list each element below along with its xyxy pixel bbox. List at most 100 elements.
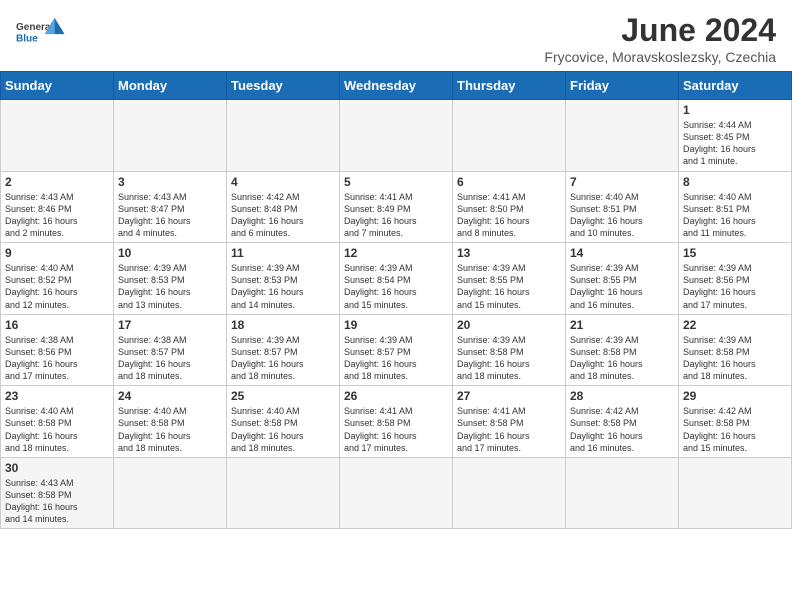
day-info: Sunrise: 4:40 AMSunset: 8:58 PMDaylight:… xyxy=(5,405,109,454)
day-number: 19 xyxy=(344,318,448,332)
day-info: Sunrise: 4:44 AMSunset: 8:45 PMDaylight:… xyxy=(683,119,787,168)
calendar-day-cell xyxy=(679,457,792,529)
calendar-day-cell: 18Sunrise: 4:39 AMSunset: 8:57 PMDayligh… xyxy=(227,314,340,386)
calendar-day-cell xyxy=(453,100,566,172)
day-of-week-header: Thursday xyxy=(453,72,566,100)
location-subtitle: Frycovice, Moravskoslezsky, Czechia xyxy=(544,49,776,65)
calendar-day-cell: 6Sunrise: 4:41 AMSunset: 8:50 PMDaylight… xyxy=(453,171,566,243)
day-number: 11 xyxy=(231,246,335,260)
calendar-day-cell: 9Sunrise: 4:40 AMSunset: 8:52 PMDaylight… xyxy=(1,243,114,315)
day-number: 28 xyxy=(570,389,674,403)
calendar-day-cell: 17 Sunrise: 4:38 AMSunset: 8:57 PMDayligh… xyxy=(114,314,227,386)
logo: General Blue xyxy=(16,12,66,52)
calendar-day-cell: 22Sunrise: 4:39 AMSunset: 8:58 PMDayligh… xyxy=(679,314,792,386)
day-of-week-header: Monday xyxy=(114,72,227,100)
day-info: Sunrise: 4:41 AMSunset: 8:58 PMDaylight:… xyxy=(344,405,448,454)
calendar-day-cell: 25Sunrise: 4:40 AMSunset: 8:58 PMDayligh… xyxy=(227,386,340,458)
calendar-day-cell xyxy=(114,100,227,172)
calendar-day-cell xyxy=(340,457,453,529)
day-number: 29 xyxy=(683,389,787,403)
day-number: 16 xyxy=(5,318,109,332)
day-of-week-header: Wednesday xyxy=(340,72,453,100)
calendar-day-cell: 23Sunrise: 4:40 AMSunset: 8:58 PMDayligh… xyxy=(1,386,114,458)
month-title: June 2024 xyxy=(544,12,776,49)
day-number: 2 xyxy=(5,175,109,189)
day-of-week-header: Sunday xyxy=(1,72,114,100)
calendar-day-cell: 30Sunrise: 4:43 AMSunset: 8:58 PMDayligh… xyxy=(1,457,114,529)
day-number: 9 xyxy=(5,246,109,260)
calendar-day-cell xyxy=(566,100,679,172)
day-number: 12 xyxy=(344,246,448,260)
day-info: Sunrise: 4:41 AMSunset: 8:58 PMDaylight:… xyxy=(457,405,561,454)
day-number: 27 xyxy=(457,389,561,403)
day-of-week-header: Tuesday xyxy=(227,72,340,100)
calendar-day-cell: 19 Sunrise: 4:39 AMSunset: 8:57 PMDayligh… xyxy=(340,314,453,386)
calendar-day-cell: 27 Sunrise: 4:41 AMSunset: 8:58 PMDayligh… xyxy=(453,386,566,458)
calendar-week-row: 16 Sunrise: 4:38 AMSunset: 8:56 PMDayligh… xyxy=(1,314,792,386)
calendar-week-row: 2 Sunrise: 4:43 AMSunset: 8:46 PMDaylight… xyxy=(1,171,792,243)
calendar-day-cell: 26 Sunrise: 4:41 AMSunset: 8:58 PMDayligh… xyxy=(340,386,453,458)
calendar-week-row: 9Sunrise: 4:40 AMSunset: 8:52 PMDaylight… xyxy=(1,243,792,315)
calendar-day-cell: 7Sunrise: 4:40 AMSunset: 8:51 PMDaylight… xyxy=(566,171,679,243)
calendar-day-cell xyxy=(1,100,114,172)
day-of-week-header: Saturday xyxy=(679,72,792,100)
day-info: Sunrise: 4:43 AMSunset: 8:47 PMDaylight:… xyxy=(118,191,222,240)
calendar-day-cell: 29 Sunrise: 4:42 AMSunset: 8:58 PMDayligh… xyxy=(679,386,792,458)
calendar-day-cell: 13Sunrise: 4:39 AMSunset: 8:55 PMDayligh… xyxy=(453,243,566,315)
day-number: 22 xyxy=(683,318,787,332)
calendar-day-cell: 15Sunrise: 4:39 AMSunset: 8:56 PMDayligh… xyxy=(679,243,792,315)
day-number: 25 xyxy=(231,389,335,403)
calendar-day-cell: 8 Sunrise: 4:40 AMSunset: 8:51 PMDaylight… xyxy=(679,171,792,243)
day-info: Sunrise: 4:39 AMSunset: 8:57 PMDaylight:… xyxy=(231,334,335,383)
day-info: Sunrise: 4:38 AMSunset: 8:56 PMDaylight:… xyxy=(5,334,109,383)
day-info: Sunrise: 4:39 AMSunset: 8:53 PMDaylight:… xyxy=(118,262,222,311)
day-info: Sunrise: 4:39 AMSunset: 8:58 PMDaylight:… xyxy=(457,334,561,383)
day-info: Sunrise: 4:39 AMSunset: 8:55 PMDaylight:… xyxy=(570,262,674,311)
calendar-day-cell: 14 Sunrise: 4:39 AMSunset: 8:55 PMDayligh… xyxy=(566,243,679,315)
day-info: Sunrise: 4:42 AMSunset: 8:58 PMDaylight:… xyxy=(683,405,787,454)
day-info: Sunrise: 4:38 AMSunset: 8:57 PMDaylight:… xyxy=(118,334,222,383)
calendar-header-row: SundayMondayTuesdayWednesdayThursdayFrid… xyxy=(1,72,792,100)
day-info: Sunrise: 4:43 AMSunset: 8:46 PMDaylight:… xyxy=(5,191,109,240)
calendar-day-cell: 1Sunrise: 4:44 AMSunset: 8:45 PMDaylight… xyxy=(679,100,792,172)
calendar-table: SundayMondayTuesdayWednesdayThursdayFrid… xyxy=(0,71,792,529)
day-number: 21 xyxy=(570,318,674,332)
day-info: Sunrise: 4:40 AMSunset: 8:51 PMDaylight:… xyxy=(570,191,674,240)
day-number: 26 xyxy=(344,389,448,403)
day-number: 8 xyxy=(683,175,787,189)
day-of-week-header: Friday xyxy=(566,72,679,100)
calendar-day-cell: 11 Sunrise: 4:39 AMSunset: 8:53 PMDayligh… xyxy=(227,243,340,315)
day-number: 24 xyxy=(118,389,222,403)
calendar-day-cell: 2 Sunrise: 4:43 AMSunset: 8:46 PMDaylight… xyxy=(1,171,114,243)
day-info: Sunrise: 4:41 AMSunset: 8:50 PMDaylight:… xyxy=(457,191,561,240)
calendar-day-cell: 21 Sunrise: 4:39 AMSunset: 8:58 PMDayligh… xyxy=(566,314,679,386)
day-info: Sunrise: 4:39 AMSunset: 8:53 PMDaylight:… xyxy=(231,262,335,311)
day-number: 3 xyxy=(118,175,222,189)
day-number: 13 xyxy=(457,246,561,260)
day-info: Sunrise: 4:42 AMSunset: 8:58 PMDaylight:… xyxy=(570,405,674,454)
calendar-day-cell xyxy=(340,100,453,172)
title-area: June 2024 Frycovice, Moravskoslezsky, Cz… xyxy=(544,12,776,65)
day-info: Sunrise: 4:39 AMSunset: 8:57 PMDaylight:… xyxy=(344,334,448,383)
day-info: Sunrise: 4:40 AMSunset: 8:51 PMDaylight:… xyxy=(683,191,787,240)
day-info: Sunrise: 4:41 AMSunset: 8:49 PMDaylight:… xyxy=(344,191,448,240)
day-number: 17 xyxy=(118,318,222,332)
day-number: 10 xyxy=(118,246,222,260)
day-info: Sunrise: 4:40 AMSunset: 8:58 PMDaylight:… xyxy=(118,405,222,454)
calendar-day-cell: 4Sunrise: 4:42 AMSunset: 8:48 PMDaylight… xyxy=(227,171,340,243)
day-number: 14 xyxy=(570,246,674,260)
calendar-day-cell: 5Sunrise: 4:41 AMSunset: 8:49 PMDaylight… xyxy=(340,171,453,243)
day-info: Sunrise: 4:39 AMSunset: 8:58 PMDaylight:… xyxy=(570,334,674,383)
calendar-day-cell: 24 Sunrise: 4:40 AMSunset: 8:58 PMDayligh… xyxy=(114,386,227,458)
day-info: Sunrise: 4:39 AMSunset: 8:56 PMDaylight:… xyxy=(683,262,787,311)
calendar-day-cell: 12Sunrise: 4:39 AMSunset: 8:54 PMDayligh… xyxy=(340,243,453,315)
svg-text:Blue: Blue xyxy=(16,33,38,44)
calendar-day-cell: 10 Sunrise: 4:39 AMSunset: 8:53 PMDayligh… xyxy=(114,243,227,315)
calendar-day-cell xyxy=(453,457,566,529)
calendar-day-cell xyxy=(227,457,340,529)
calendar-day-cell: 16 Sunrise: 4:38 AMSunset: 8:56 PMDayligh… xyxy=(1,314,114,386)
calendar-week-row: 1Sunrise: 4:44 AMSunset: 8:45 PMDaylight… xyxy=(1,100,792,172)
calendar-week-row: 30Sunrise: 4:43 AMSunset: 8:58 PMDayligh… xyxy=(1,457,792,529)
day-info: Sunrise: 4:42 AMSunset: 8:48 PMDaylight:… xyxy=(231,191,335,240)
calendar-day-cell: 28 Sunrise: 4:42 AMSunset: 8:58 PMDayligh… xyxy=(566,386,679,458)
